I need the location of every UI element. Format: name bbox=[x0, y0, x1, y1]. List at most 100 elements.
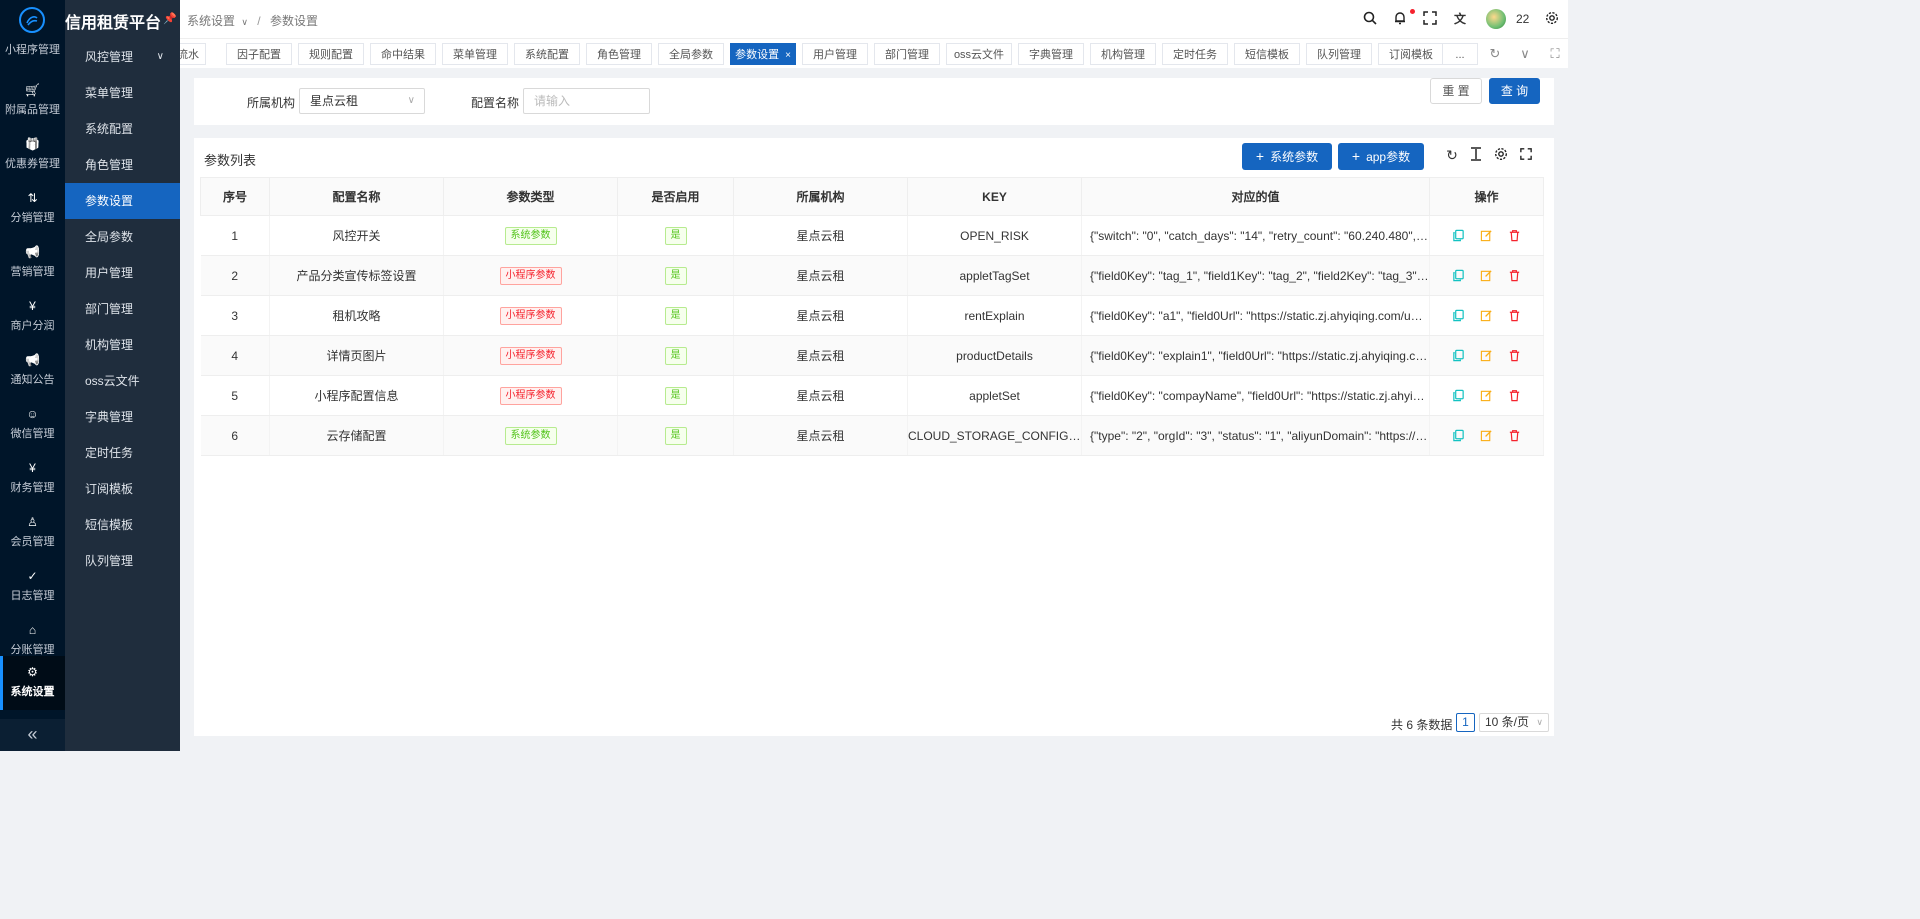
submenu-item-2[interactable]: 菜单管理 bbox=[65, 75, 180, 111]
rail-item-9[interactable]: ¥ 财务管理 bbox=[0, 452, 65, 506]
submenu-item-7[interactable]: 用户管理 bbox=[65, 255, 180, 291]
chevron-down-icon[interactable]: ∨ bbox=[1516, 45, 1534, 63]
submenu-item-8[interactable]: 部门管理 bbox=[65, 291, 180, 327]
delete-icon[interactable] bbox=[1508, 349, 1522, 363]
rail-item-5[interactable]: 📢 营销管理 bbox=[0, 236, 65, 290]
edit-icon[interactable] bbox=[1480, 349, 1494, 363]
column-settings-icon[interactable] bbox=[1493, 147, 1509, 163]
copy-icon[interactable] bbox=[1452, 309, 1466, 323]
org-select-value: 星点云租 bbox=[310, 94, 359, 108]
submenu-item-9[interactable]: 机构管理 bbox=[65, 327, 180, 363]
delete-icon[interactable] bbox=[1508, 229, 1522, 243]
search-icon[interactable] bbox=[1362, 11, 1378, 27]
bell-icon[interactable] bbox=[1392, 11, 1408, 27]
tab-14[interactable]: 机构管理 bbox=[1090, 43, 1156, 65]
submenu-item-12[interactable]: 定时任务 bbox=[65, 435, 180, 471]
submenu-item-3[interactable]: 系统配置 bbox=[65, 111, 180, 147]
settings-icon[interactable] bbox=[1544, 11, 1560, 27]
rail-item-1[interactable]: 小程序管理 bbox=[0, 33, 65, 57]
collapse-sidebar-button[interactable]: « bbox=[0, 719, 65, 751]
close-icon[interactable]: × bbox=[785, 50, 791, 61]
breadcrumb-parent[interactable]: 系统设置 bbox=[187, 14, 235, 28]
wechat-icon: ☺ bbox=[26, 407, 39, 421]
cell-value: {"field0Key": "tag_1", "field1Key": "tag… bbox=[1081, 255, 1430, 296]
edit-icon[interactable] bbox=[1480, 309, 1494, 323]
tab-7[interactable]: 角色管理 bbox=[586, 43, 652, 65]
submenu-item-15[interactable]: 队列管理 bbox=[65, 543, 180, 579]
pin-icon[interactable]: 📌 bbox=[163, 12, 177, 26]
tab-4[interactable]: 命中结果 bbox=[370, 43, 436, 65]
rail-item-2[interactable]: 🛒 附属品管理 bbox=[0, 74, 65, 128]
page-size-select[interactable]: 10 条/页 ∨ bbox=[1479, 713, 1549, 732]
chevron-down-icon: ∨ bbox=[156, 51, 164, 62]
cell-no: 2 bbox=[200, 255, 270, 296]
add-app-param-button[interactable]: + app参数 bbox=[1338, 143, 1424, 170]
delete-icon[interactable] bbox=[1508, 269, 1522, 283]
tab-15[interactable]: 定时任务 bbox=[1162, 43, 1228, 65]
edit-icon[interactable] bbox=[1480, 229, 1494, 243]
edit-icon[interactable] bbox=[1480, 269, 1494, 283]
search-button[interactable]: 查 询 bbox=[1489, 78, 1540, 104]
rail-item-6[interactable]: ¥ 商户分润 bbox=[0, 290, 65, 344]
copy-icon[interactable] bbox=[1452, 229, 1466, 243]
column-header: 操作 bbox=[1429, 177, 1544, 216]
plus-icon: + bbox=[1255, 148, 1265, 164]
copy-icon[interactable] bbox=[1452, 429, 1466, 443]
tab-18[interactable]: 订阅模板 bbox=[1378, 43, 1444, 65]
tab-3[interactable]: 规则配置 bbox=[298, 43, 364, 65]
submenu-item-13[interactable]: 订阅模板 bbox=[65, 471, 180, 507]
fullscreen-icon[interactable] bbox=[1422, 11, 1438, 27]
user-name[interactable]: 22 bbox=[1516, 12, 1529, 26]
submenu-item-6[interactable]: 全局参数 bbox=[65, 219, 180, 255]
rail-item-13[interactable]: ⚙ 系统设置 bbox=[0, 656, 65, 710]
pagination-page-1[interactable]: 1 bbox=[1456, 713, 1475, 732]
submenu-item-11[interactable]: 字典管理 bbox=[65, 399, 180, 435]
refresh-icon[interactable]: ↻ bbox=[1444, 147, 1460, 163]
refresh-tab-icon[interactable]: ↻ bbox=[1486, 45, 1504, 63]
edit-icon[interactable] bbox=[1480, 429, 1494, 443]
tab-6[interactable]: 系统配置 bbox=[514, 43, 580, 65]
submenu-item-5[interactable]: 参数设置 bbox=[65, 183, 180, 219]
tab-8[interactable]: 全局参数 bbox=[658, 43, 724, 65]
tab-label: 短信模板 bbox=[1245, 49, 1289, 61]
tab-12[interactable]: oss云文件 bbox=[946, 43, 1012, 65]
translate-icon[interactable]: 文 bbox=[1452, 11, 1468, 27]
tab-17[interactable]: 队列管理 bbox=[1306, 43, 1372, 65]
submenu-item-14[interactable]: 短信模板 bbox=[65, 507, 180, 543]
rail-item-7[interactable]: 📢 通知公告 bbox=[0, 344, 65, 398]
rail-item-8[interactable]: ☺ 微信管理 bbox=[0, 398, 65, 452]
edit-icon[interactable] bbox=[1480, 389, 1494, 403]
reset-button[interactable]: 重 置 bbox=[1430, 78, 1482, 104]
tab-9[interactable]: 参数设置 × bbox=[730, 43, 796, 65]
tab-1[interactable]: 流水 bbox=[180, 43, 206, 65]
submenu-item-4[interactable]: 角色管理 bbox=[65, 147, 180, 183]
delete-icon[interactable] bbox=[1508, 389, 1522, 403]
rail-item-label: 系统设置 bbox=[10, 686, 55, 698]
tab-2[interactable]: 因子配置 bbox=[226, 43, 292, 65]
tab-5[interactable]: 菜单管理 bbox=[442, 43, 508, 65]
submenu-item-10[interactable]: oss云文件 bbox=[65, 363, 180, 399]
fullscreen-icon[interactable] bbox=[1518, 147, 1534, 163]
rail-item-4[interactable]: ⇅ 分销管理 bbox=[0, 182, 65, 236]
copy-icon[interactable] bbox=[1452, 389, 1466, 403]
org-select[interactable]: 星点云租 ∨ bbox=[299, 88, 425, 114]
tab-13[interactable]: 字典管理 bbox=[1018, 43, 1084, 65]
tab-11[interactable]: 部门管理 bbox=[874, 43, 940, 65]
rail-item-3[interactable]: 🎁 优惠券管理 bbox=[0, 128, 65, 182]
add-system-param-button[interactable]: + 系统参数 bbox=[1242, 143, 1332, 170]
copy-icon[interactable] bbox=[1452, 269, 1466, 283]
maximize-icon[interactable]: ⛶ bbox=[1546, 45, 1564, 63]
tab-19[interactable]: ... bbox=[1442, 43, 1478, 65]
avatar[interactable] bbox=[1486, 9, 1506, 29]
rail-item-11[interactable]: ✓ 日志管理 bbox=[0, 560, 65, 614]
delete-icon[interactable] bbox=[1508, 429, 1522, 443]
submenu-item-label: 字典管理 bbox=[85, 410, 134, 424]
column-height-icon[interactable] bbox=[1468, 147, 1484, 163]
submenu-item-1[interactable]: 风控管理 ∨ bbox=[65, 39, 180, 75]
tab-16[interactable]: 短信模板 bbox=[1234, 43, 1300, 65]
copy-icon[interactable] bbox=[1452, 349, 1466, 363]
rail-item-10[interactable]: ♙ 会员管理 bbox=[0, 506, 65, 560]
tab-10[interactable]: 用户管理 bbox=[802, 43, 868, 65]
config-name-input[interactable] bbox=[523, 88, 650, 114]
delete-icon[interactable] bbox=[1508, 309, 1522, 323]
